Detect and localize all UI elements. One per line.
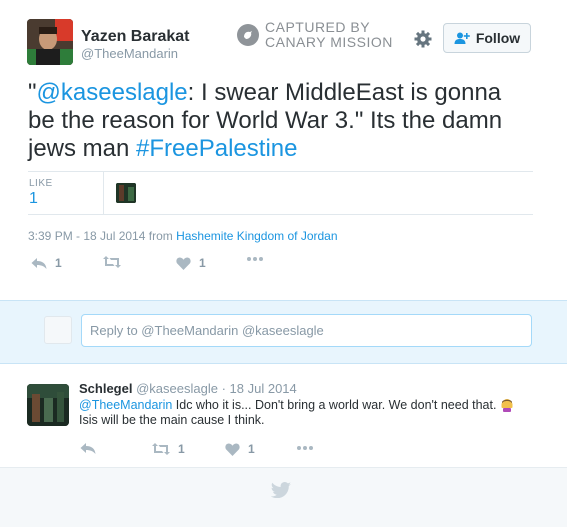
reply-like-count: 1 (248, 442, 255, 456)
reply-like-action[interactable]: 1 (225, 442, 255, 456)
like-stat-count[interactable]: 1 (29, 190, 38, 208)
author-avatar[interactable] (27, 19, 73, 65)
watermark-line1: CAPTURED BY (265, 19, 371, 35)
tweet-text: "@kaseeslagle: I swear MiddleEast is gon… (28, 79, 528, 163)
face-palm-emoji-icon (501, 399, 513, 412)
more-icon (247, 257, 263, 261)
reply-author-avatar[interactable] (27, 384, 69, 426)
tweet-metadata: 3:39 PM - 18 Jul 2014 from Hashemite Kin… (28, 229, 338, 243)
follow-button[interactable]: Follow (443, 23, 531, 53)
heart-icon (225, 443, 240, 456)
reply-count: 1 (55, 256, 62, 270)
add-user-icon (454, 32, 470, 44)
liker-avatar[interactable] (116, 183, 136, 203)
like-action[interactable]: 1 (176, 256, 206, 270)
canary-watermark: CAPTURED BY CANARY MISSION (237, 20, 393, 50)
more-action[interactable] (246, 256, 272, 262)
tweet-timestamp[interactable]: 3:39 PM - 18 Jul 2014 (28, 229, 145, 243)
canary-logo-icon (237, 24, 259, 46)
reply-separator: · (221, 381, 226, 396)
author-name[interactable]: Yazen Barakat (81, 28, 190, 46)
reply-icon (80, 443, 96, 454)
viewer-avatar (44, 316, 72, 344)
twitter-bird-icon (270, 482, 291, 503)
reply-text: @TheeMandarin Idc who it is... Don't bri… (79, 398, 539, 428)
reply-icon (31, 257, 47, 269)
retweet-action[interactable] (103, 256, 129, 268)
watermark-line2: CANARY MISSION (265, 34, 393, 50)
reply-header: Schlegel @kaseeslagle · 18 Jul 2014 (79, 381, 297, 396)
reply-body-line2: Isis will be the main cause I think. (79, 413, 265, 427)
reply-date[interactable]: 18 Jul 2014 (230, 381, 297, 396)
reply-retweet-action[interactable]: 1 (152, 442, 185, 456)
author-handle[interactable]: @TheeMandarin (81, 46, 178, 61)
like-stat-label: LIKE (29, 178, 53, 189)
heart-icon (176, 257, 191, 270)
stats-divider-bottom (28, 214, 533, 215)
more-icon (297, 446, 313, 450)
gear-icon[interactable] (413, 29, 433, 49)
reply-author-name[interactable]: Schlegel (79, 381, 132, 396)
like-action-count: 1 (199, 256, 206, 270)
retweet-icon (152, 443, 170, 455)
hashtag-link[interactable]: #FreePalestine (136, 135, 297, 162)
retweet-icon (103, 256, 121, 268)
reply-more-action[interactable] (296, 445, 322, 451)
reply-action[interactable]: 1 (31, 256, 62, 270)
from-label: from (148, 229, 173, 243)
reply-mention-link[interactable]: @TheeMandarin (79, 398, 172, 412)
reply-body: Idc who it is... Don't bring a world war… (175, 398, 497, 412)
mention-link[interactable]: @kaseeslagle (37, 79, 188, 106)
stats-divider-vertical (103, 171, 104, 214)
reply-placeholder: Reply to @TheeMandarin @kaseeslagle (90, 323, 324, 338)
reply-reply-action[interactable] (80, 442, 104, 455)
reply-input[interactable]: Reply to @TheeMandarin @kaseeslagle (81, 314, 532, 347)
reply-retweet-count: 1 (178, 442, 185, 456)
reply-author-handle[interactable]: @kaseeslagle (136, 381, 218, 396)
open-quote: " (28, 79, 37, 106)
location-link[interactable]: Hashemite Kingdom of Jordan (176, 229, 337, 243)
follow-label: Follow (475, 30, 521, 46)
